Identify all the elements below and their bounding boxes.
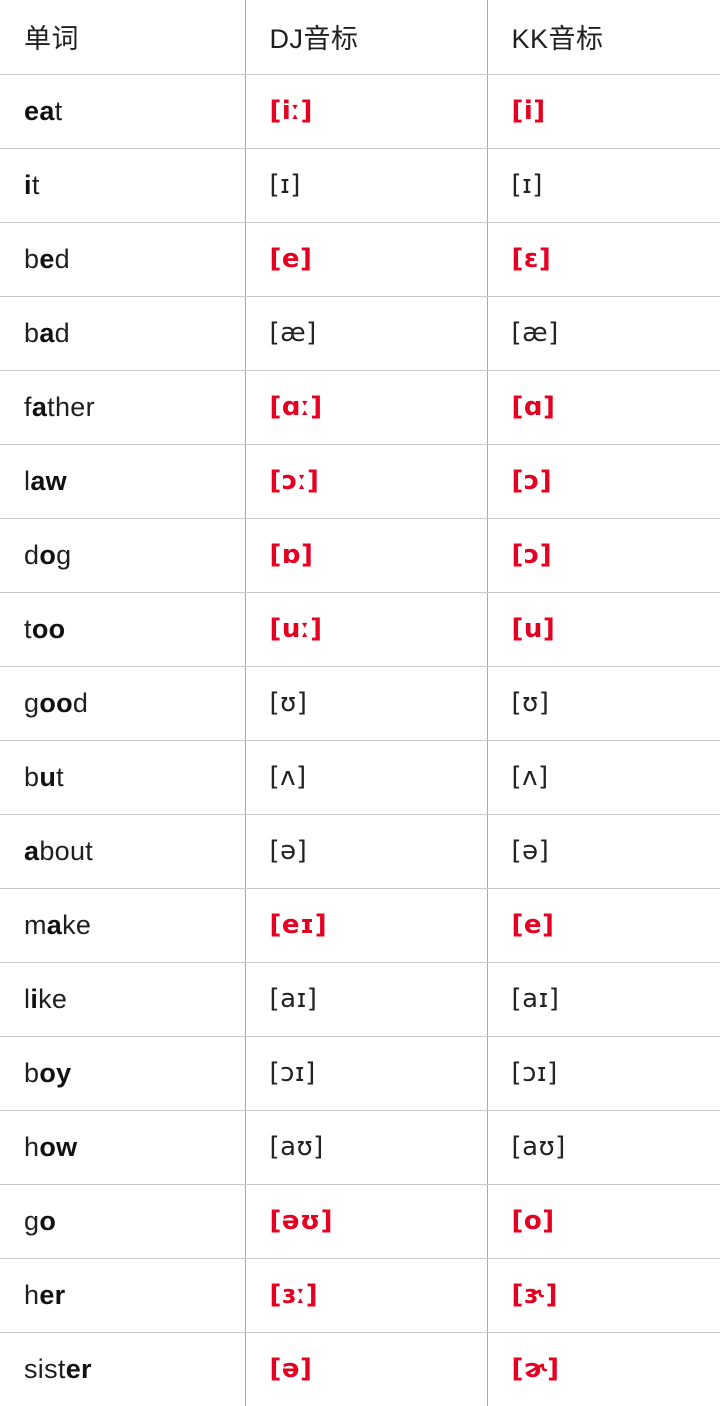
word-vowel-highlight: a xyxy=(39,317,55,348)
dj-ipa-cell: [æ] xyxy=(245,296,488,371)
table-row: law [ɔː] [ɔ] xyxy=(0,444,720,519)
table-row: good [ʊ] [ʊ] xyxy=(0,666,720,741)
word-cell: but xyxy=(0,740,246,815)
table-row: dog [ɒ] [ɔ] xyxy=(0,518,720,593)
kk-ipa-cell: [i] xyxy=(487,74,720,149)
dj-ipa-cell: [əʊ] xyxy=(245,1184,488,1259)
kk-ipa-cell: [æ] xyxy=(487,296,720,371)
kk-ipa-cell: [ə] xyxy=(487,814,720,889)
word-vowel-highlight: aw xyxy=(30,465,67,496)
word-cell: bad xyxy=(0,296,246,371)
dj-ipa-cell: [e] xyxy=(245,222,488,297)
word-vowel-highlight: u xyxy=(39,761,57,792)
table-body: eat [iː] [i] it [ɪ] [ɪ] bed [e] [ɛ] bad [æ] [æ] fath… xyxy=(0,74,720,1406)
word-vowel-highlight: a xyxy=(31,391,48,422)
kk-ipa-cell: [ɑ] xyxy=(487,370,720,445)
table-row: but [ʌ] [ʌ] xyxy=(0,740,720,815)
word-cell: bed xyxy=(0,222,246,297)
table-row: boy [ɔɪ] [ɔɪ] xyxy=(0,1036,720,1111)
header-row: 单词 DJ音标 KK音标 xyxy=(0,0,720,75)
word-cell: too xyxy=(0,592,246,667)
column-header-kk: KK音标 xyxy=(487,0,720,75)
word-vowel-highlight: oo xyxy=(31,613,66,644)
dj-ipa-cell: [ʊ] xyxy=(245,666,488,741)
word-vowel-highlight: o xyxy=(39,539,57,570)
word-cell: boy xyxy=(0,1036,246,1111)
column-header-word: 单词 xyxy=(0,0,246,75)
table-row: eat [iː] [i] xyxy=(0,74,720,149)
table-row: it [ɪ] [ɪ] xyxy=(0,148,720,223)
dj-ipa-cell: [iː] xyxy=(245,74,488,149)
word-cell: about xyxy=(0,814,246,889)
dj-ipa-cell: [ʌ] xyxy=(245,740,488,815)
column-header-dj: DJ音标 xyxy=(245,0,488,75)
table-row: like [aɪ] [aɪ] xyxy=(0,962,720,1037)
dj-ipa-cell: [ɪ] xyxy=(245,148,488,223)
phonetics-comparison-table: 单词 DJ音标 KK音标 eat [iː] [i] it [ɪ] [ɪ] bed [e] [ɛ]… xyxy=(0,0,720,1406)
word-vowel-highlight: er xyxy=(65,1353,92,1384)
table-row: make [eɪ] [e] xyxy=(0,888,720,963)
dj-ipa-cell: [uː] xyxy=(245,592,488,667)
kk-ipa-cell: [ɔɪ] xyxy=(487,1036,720,1111)
word-cell: law xyxy=(0,444,246,519)
word-vowel-highlight: i xyxy=(24,169,32,200)
table-row: father [ɑː] [ɑ] xyxy=(0,370,720,445)
dj-ipa-cell: [ɒ] xyxy=(245,518,488,593)
word-cell: go xyxy=(0,1184,246,1259)
table-row: sister [ə] [ɚ] xyxy=(0,1332,720,1406)
kk-ipa-cell: [ɔ] xyxy=(487,444,720,519)
dj-ipa-cell: [aʊ] xyxy=(245,1110,488,1185)
word-vowel-highlight: e xyxy=(39,243,55,274)
word-cell: father xyxy=(0,370,246,445)
kk-ipa-cell: [ʌ] xyxy=(487,740,720,815)
table-row: how [aʊ] [aʊ] xyxy=(0,1110,720,1185)
word-vowel-highlight: a xyxy=(46,909,63,940)
word-vowel-highlight: er xyxy=(39,1279,66,1310)
word-vowel-highlight: o xyxy=(39,1205,57,1236)
kk-ipa-cell: [ɔ] xyxy=(487,518,720,593)
word-cell: good xyxy=(0,666,246,741)
kk-ipa-cell: [e] xyxy=(487,888,720,963)
word-vowel-highlight: oy xyxy=(39,1057,72,1088)
word-vowel-highlight: i xyxy=(30,983,39,1014)
table-row: go [əʊ] [o] xyxy=(0,1184,720,1259)
word-cell: sister xyxy=(0,1332,246,1406)
kk-ipa-cell: [o] xyxy=(487,1184,720,1259)
word-vowel-highlight: oo xyxy=(39,687,73,718)
word-vowel-highlight: a xyxy=(24,835,40,866)
dj-ipa-cell: [eɪ] xyxy=(245,888,488,963)
kk-ipa-cell: [aʊ] xyxy=(487,1110,720,1185)
word-cell: like xyxy=(0,962,246,1037)
word-cell: dog xyxy=(0,518,246,593)
word-cell: it xyxy=(0,148,246,223)
table-row: bed [e] [ɛ] xyxy=(0,222,720,297)
kk-ipa-cell: [aɪ] xyxy=(487,962,720,1037)
dj-ipa-cell: [aɪ] xyxy=(245,962,488,1037)
dj-ipa-cell: [ɜː] xyxy=(245,1258,488,1333)
dj-ipa-cell: [ɔː] xyxy=(245,444,488,519)
word-cell: eat xyxy=(0,74,246,149)
kk-ipa-cell: [ɝ] xyxy=(487,1258,720,1333)
kk-ipa-cell: [ɚ] xyxy=(511,1354,560,1385)
dj-ipa-cell: [ə] xyxy=(245,1332,488,1406)
word-vowel-highlight: ow xyxy=(39,1131,78,1162)
table-row: her [ɜː] [ɝ] xyxy=(0,1258,720,1333)
dj-ipa-cell: [ɔɪ] xyxy=(245,1036,488,1111)
word-cell: how xyxy=(0,1110,246,1185)
dj-ipa-cell: [ɑː] xyxy=(245,370,488,445)
kk-ipa-cell: [ʊ] xyxy=(487,666,720,741)
kk-ipa-cell: [ɪ] xyxy=(487,148,720,223)
table-header: 单词 DJ音标 KK音标 xyxy=(0,0,720,75)
table-row: bad [æ] [æ] xyxy=(0,296,720,371)
table-row: too [uː] [u] xyxy=(0,592,720,667)
dj-ipa-cell: [ə] xyxy=(245,814,488,889)
kk-ipa-cell: [u] xyxy=(487,592,720,667)
word-cell: her xyxy=(0,1258,246,1333)
table-row: about [ə] [ə] xyxy=(0,814,720,889)
word-cell: make xyxy=(0,888,246,963)
word-vowel-highlight: ea xyxy=(24,95,55,126)
kk-ipa-cell: [ɛ] xyxy=(487,222,720,297)
